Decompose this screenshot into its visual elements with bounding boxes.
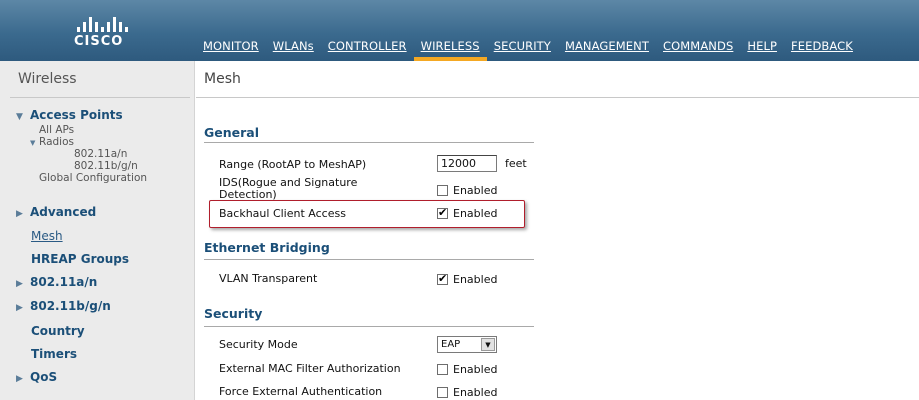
sidebar-title: Wireless — [18, 71, 77, 87]
sidebar-item-radio-bg[interactable]: 802.11b/g/n — [74, 160, 138, 172]
triangle-down-icon: ▼ — [16, 112, 23, 122]
security-mode-label: Security Mode — [219, 338, 298, 351]
sidebar-item-timers[interactable]: Timers — [31, 347, 77, 361]
backhaul-label: Backhaul Client Access — [219, 207, 346, 220]
triangle-down-icon: ▼ — [30, 139, 36, 147]
sidebar-item-radio-a[interactable]: 802.11a/n — [74, 148, 127, 160]
mac-filter-label: External MAC Filter Authorization — [219, 362, 401, 375]
sidebar-item-hreap-groups[interactable]: HREAP Groups — [31, 252, 129, 266]
sidebar-item-global-config[interactable]: Global Configuration — [39, 172, 147, 184]
vlan-checkbox[interactable] — [437, 272, 448, 285]
sidebar-item-advanced[interactable]: ▶ Advanced — [16, 205, 96, 219]
sidebar-item-country[interactable]: Country — [31, 324, 85, 338]
page-title: Mesh — [204, 71, 241, 87]
triangle-right-icon: ▶ — [16, 374, 23, 384]
section-general-divider — [204, 142, 534, 143]
triangle-right-icon: ▶ — [16, 279, 23, 289]
nav-monitor[interactable]: MONITOR — [196, 34, 266, 61]
nav-security[interactable]: SECURITY — [487, 34, 558, 61]
section-security-heading: Security — [204, 306, 263, 321]
range-unit: feet — [505, 157, 527, 170]
nav-feedback[interactable]: FEEDBACK — [784, 34, 860, 61]
security-mode-select[interactable]: EAP ▼ — [437, 336, 497, 353]
section-general-heading: General — [204, 125, 259, 140]
dropdown-arrow-icon: ▼ — [481, 338, 495, 351]
sidebar-item-80211bgn[interactable]: ▶ 802.11b/g/n — [16, 299, 111, 313]
backhaul-checkbox[interactable] — [437, 206, 448, 219]
ids-label: IDS(Rogue and Signature Detection) — [219, 177, 357, 201]
cisco-bars-icon — [77, 16, 150, 32]
force-auth-checkbox[interactable] — [437, 387, 448, 398]
vlan-field-group: Enabled — [437, 272, 498, 286]
nav-wireless[interactable]: WIRELESS — [413, 34, 487, 61]
title-divider — [196, 97, 919, 98]
sidebar-item-radios[interactable]: ▼ Radios — [30, 136, 74, 148]
vlan-enabled-label: Enabled — [453, 273, 498, 286]
triangle-right-icon: ▶ — [16, 303, 23, 313]
section-ethernet-divider — [204, 259, 534, 260]
section-ethernet-heading: Ethernet Bridging — [204, 240, 330, 255]
force-auth-field-group: Enabled — [437, 386, 497, 399]
nav-controller[interactable]: CONTROLLER — [321, 34, 414, 61]
ids-field-group: Enabled — [437, 184, 497, 197]
sidebar-item-all-aps[interactable]: All APs — [39, 124, 74, 136]
cisco-wordmark: CISCO — [74, 34, 124, 49]
backhaul-enabled-label: Enabled — [453, 207, 498, 220]
nav-wlans[interactable]: WLANs — [266, 34, 321, 61]
nav-management[interactable]: MANAGEMENT — [558, 34, 656, 61]
sidebar-item-80211an[interactable]: ▶ 802.11a/n — [16, 275, 97, 289]
sidebar: Wireless ▼ Access Points All APs ▼ Radios … — [0, 61, 195, 400]
security-mode-field-group: EAP ▼ — [437, 336, 497, 353]
range-label: Range (RootAP to MeshAP) — [219, 158, 367, 171]
nav-commands[interactable]: COMMANDS — [656, 34, 740, 61]
range-field-group: 12000 feet — [437, 155, 527, 172]
backhaul-field-group: Enabled — [437, 206, 498, 220]
sidebar-item-qos[interactable]: ▶ QoS — [16, 370, 57, 384]
sidebar-item-access-points[interactable]: ▼ Access Points — [16, 108, 123, 122]
mac-filter-field-group: Enabled — [437, 363, 497, 376]
sidebar-divider — [10, 97, 190, 98]
security-mode-value: EAP — [441, 339, 461, 350]
force-auth-enabled-label: Enabled — [453, 386, 498, 399]
mac-filter-checkbox[interactable] — [437, 364, 448, 375]
ids-enabled-label: Enabled — [453, 184, 498, 197]
force-auth-label: Force External Authentication — [219, 385, 383, 398]
range-input[interactable]: 12000 — [437, 155, 497, 172]
mac-filter-enabled-label: Enabled — [453, 363, 498, 376]
section-security-divider — [204, 326, 534, 327]
ids-checkbox[interactable] — [437, 185, 448, 196]
cisco-logo[interactable]: CISCO — [40, 16, 150, 52]
triangle-right-icon: ▶ — [16, 209, 23, 219]
nav-help[interactable]: HELP — [740, 34, 784, 61]
sidebar-item-mesh[interactable]: Mesh — [31, 229, 63, 243]
vlan-label: VLAN Transparent — [219, 272, 318, 285]
top-header: CISCO MONITOR WLANs CONTROLLER WIRELESS … — [0, 0, 919, 61]
main-nav: MONITOR WLANs CONTROLLER WIRELESS SECURI… — [196, 34, 860, 61]
main-content: Mesh General Range (RootAP to MeshAP) 12… — [196, 61, 919, 400]
